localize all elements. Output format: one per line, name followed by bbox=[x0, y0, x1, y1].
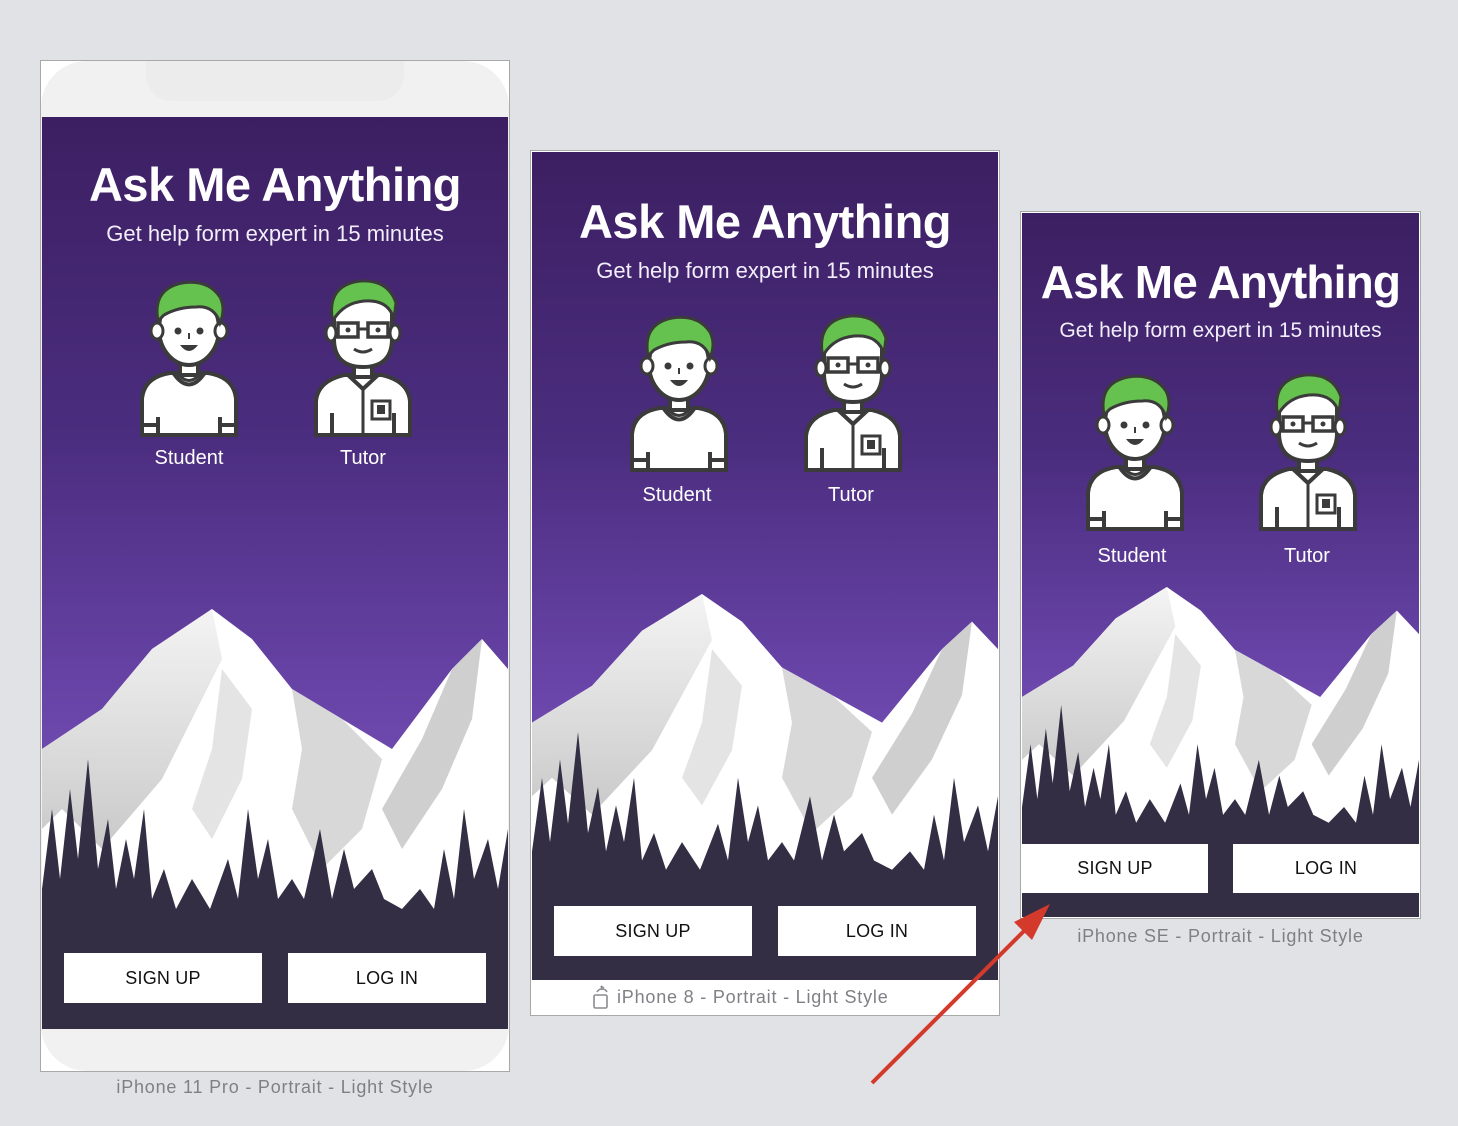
annotation-arrow-icon bbox=[870, 904, 1050, 1085]
